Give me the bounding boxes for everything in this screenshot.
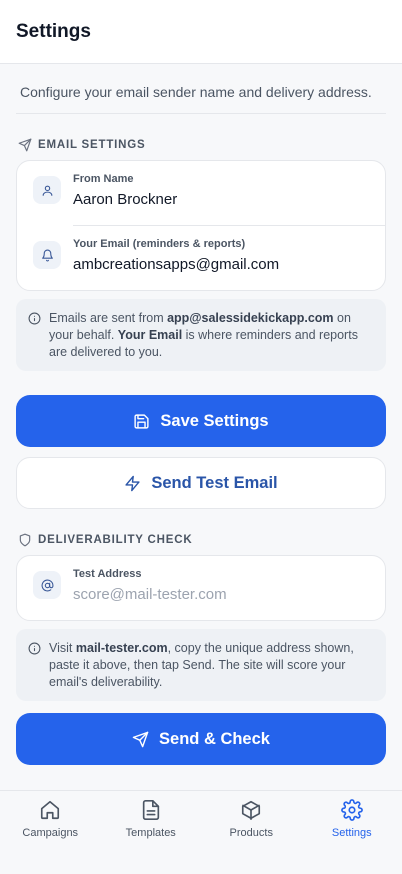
info-text-part: Visit bbox=[49, 641, 76, 655]
info-text-part: Emails are sent from bbox=[49, 311, 168, 325]
deliverability-card: Test Address score@mail-tester.com bbox=[16, 555, 386, 621]
page-subtitle: Configure your email sender name and del… bbox=[16, 64, 386, 114]
test-address-field[interactable]: Test Address score@mail-tester.com bbox=[17, 556, 385, 620]
deliverability-info-text: Visit mail-tester.com, copy the unique a… bbox=[49, 640, 374, 691]
test-address-input[interactable]: score@mail-tester.com bbox=[73, 586, 369, 603]
tab-settings[interactable]: Settings bbox=[302, 791, 402, 874]
page-title: Settings bbox=[16, 20, 91, 42]
tab-settings-label: Settings bbox=[331, 827, 372, 839]
send-and-check-label: Send & Check bbox=[159, 729, 270, 748]
from-name-label: From Name bbox=[73, 173, 134, 185]
tab-templates[interactable]: Templates bbox=[101, 791, 202, 874]
home-icon bbox=[41, 800, 60, 820]
your-email-emphasis: Your Email bbox=[117, 328, 183, 342]
email-settings-title: EMAIL SETTINGS bbox=[38, 139, 146, 151]
tab-campaigns[interactable]: Campaigns bbox=[0, 791, 101, 874]
deliverability-info-note: Visit mail-tester.com, copy the unique a… bbox=[16, 629, 386, 701]
user-icon bbox=[33, 176, 61, 204]
info-icon bbox=[28, 312, 41, 325]
save-icon bbox=[134, 413, 149, 429]
bell-icon bbox=[33, 241, 61, 269]
your-email-label: Your Email (reminders & reports) bbox=[73, 238, 246, 250]
email-settings-card: From Name Aaron Brockner Your Email (rem… bbox=[16, 160, 386, 291]
send-and-check-button[interactable]: Send & Check bbox=[16, 713, 386, 765]
tab-products[interactable]: Products bbox=[201, 791, 302, 874]
settings-content: Configure your email sender name and del… bbox=[0, 64, 402, 765]
test-address-label: Test Address bbox=[73, 568, 142, 580]
deliverability-heading: DELIVERABILITY CHECK bbox=[18, 533, 386, 547]
your-email-field[interactable]: Your Email (reminders & reports) ambcrea… bbox=[17, 226, 385, 290]
email-info-note: Emails are sent from app@salessidekickap… bbox=[16, 299, 386, 371]
send-icon bbox=[132, 731, 149, 747]
email-settings-heading: EMAIL SETTINGS bbox=[18, 138, 386, 152]
box-icon bbox=[242, 800, 261, 820]
gear-icon bbox=[340, 799, 363, 821]
save-settings-button[interactable]: Save Settings bbox=[16, 395, 386, 447]
lightning-icon bbox=[125, 475, 140, 491]
info-icon bbox=[28, 642, 41, 655]
document-icon bbox=[142, 800, 159, 820]
bottom-tab-bar: Campaigns Templates Products Settings bbox=[0, 790, 402, 874]
tab-templates-label: Templates bbox=[125, 827, 176, 839]
email-info-text: Emails are sent from app@salessidekickap… bbox=[49, 310, 374, 361]
from-name-input[interactable]: Aaron Brockner bbox=[73, 191, 369, 208]
mail-tester-link: mail-tester.com bbox=[75, 641, 168, 655]
send-icon bbox=[18, 138, 32, 152]
deliverability-title: DELIVERABILITY CHECK bbox=[38, 534, 193, 546]
app-header: Settings bbox=[0, 0, 402, 64]
tab-products-label: Products bbox=[229, 827, 273, 839]
your-email-input[interactable]: ambcreationsapps@gmail.com bbox=[73, 256, 369, 273]
from-name-field[interactable]: From Name Aaron Brockner bbox=[17, 161, 385, 225]
send-test-email-button[interactable]: Send Test Email bbox=[16, 457, 386, 509]
send-test-email-label: Send Test Email bbox=[151, 473, 278, 492]
sender-address: app@salessidekickapp.com bbox=[167, 311, 334, 325]
shield-icon bbox=[19, 533, 31, 547]
tab-campaigns-label: Campaigns bbox=[22, 827, 79, 839]
save-settings-label: Save Settings bbox=[160, 411, 269, 430]
at-sign-icon bbox=[33, 571, 61, 599]
